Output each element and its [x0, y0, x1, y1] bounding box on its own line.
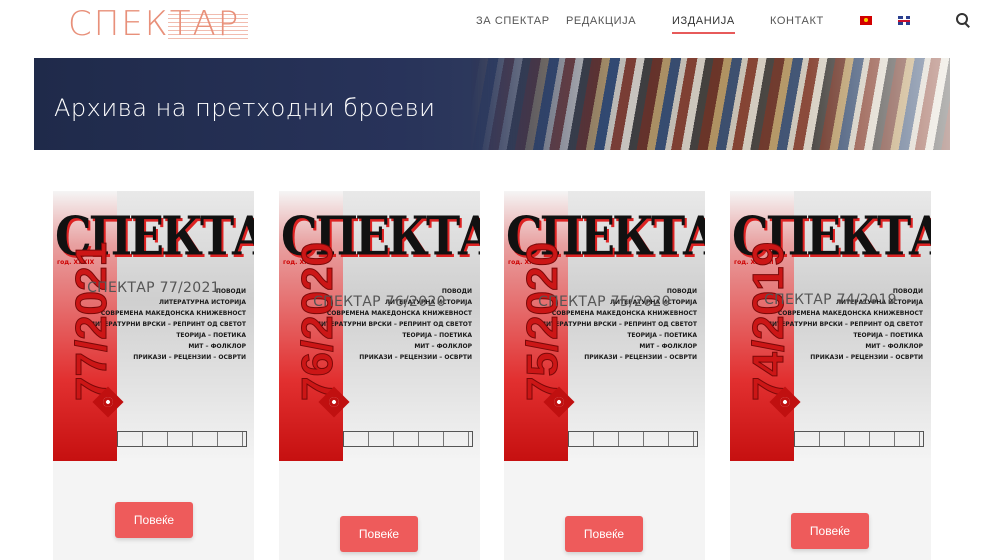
more-button[interactable]: Повеќе	[565, 516, 643, 552]
cover-issue-number: 76/2020	[293, 241, 343, 401]
issue-title[interactable]: СПЕКТАР 74/2019	[730, 292, 931, 308]
issue-cover-image[interactable]: СПЕКТАР год. XXXVIII ПОВОДИЛИТЕРАТУРНА И…	[504, 191, 705, 461]
nav-publications[interactable]: ИЗДАНИЈА	[672, 15, 735, 34]
archive-banner: Архива на претходни броеви	[34, 58, 950, 150]
issue-card: СПЕКТАР год. XXXVIII ПОВОДИЛИТЕРАТУРНА И…	[279, 191, 480, 560]
cover-info-table	[794, 431, 924, 447]
flag-en-icon[interactable]	[898, 16, 910, 25]
issue-cover-image[interactable]: СПЕКТАР год. XXXIX ПОВОДИЛИТЕРАТУРНА ИСТ…	[53, 191, 254, 461]
issue-card: СПЕКТАР год. XXXVIII ПОВОДИЛИТЕРАТУРНА И…	[504, 191, 705, 560]
nav-contact[interactable]: КОНТАКТ	[770, 15, 824, 27]
cover-info-table	[568, 431, 698, 447]
site-logo[interactable]: СПЕКТАР	[68, 4, 248, 44]
more-button[interactable]: Повеќе	[340, 516, 418, 552]
nav-editorial[interactable]: РЕДАКЦИЈА	[566, 15, 636, 27]
issue-title[interactable]: СПЕКТАР 76/2020	[279, 294, 480, 310]
issue-cover-image[interactable]: СПЕКТАР год. XXXVII ПОВОДИЛИТЕРАТУРНА ИС…	[730, 191, 931, 461]
cover-info-table	[343, 431, 473, 447]
more-button[interactable]: Повеќе	[115, 502, 193, 538]
issue-card: СПЕКТАР год. XXXIX ПОВОДИЛИТЕРАТУРНА ИСТ…	[53, 191, 254, 560]
issue-title[interactable]: СПЕКТАР 77/2021	[53, 280, 254, 296]
cover-issue-number: 74/2019	[744, 241, 794, 401]
issue-card: СПЕКТАР год. XXXVII ПОВОДИЛИТЕРАТУРНА ИС…	[730, 191, 931, 560]
page-title: Архива на претходни броеви	[54, 94, 436, 122]
nav-about[interactable]: ЗА СПЕКТАР	[476, 15, 550, 27]
cover-issue-number: 75/2020	[518, 241, 568, 401]
issue-title[interactable]: СПЕКТАР 75/2020	[504, 294, 705, 310]
logo-lines-decoration	[168, 14, 248, 40]
flag-mk-icon[interactable]	[860, 16, 872, 25]
cover-info-table	[117, 431, 247, 447]
issue-cover-image[interactable]: СПЕКТАР год. XXXVIII ПОВОДИЛИТЕРАТУРНА И…	[279, 191, 480, 461]
more-button[interactable]: Повеќе	[791, 513, 869, 549]
search-icon[interactable]	[955, 12, 971, 28]
site-header: СПЕКТАР ЗА СПЕКТАР РЕДАКЦИЈА ИЗДАНИЈА КО…	[0, 0, 984, 58]
cover-issue-number: 77/2021	[67, 241, 117, 401]
